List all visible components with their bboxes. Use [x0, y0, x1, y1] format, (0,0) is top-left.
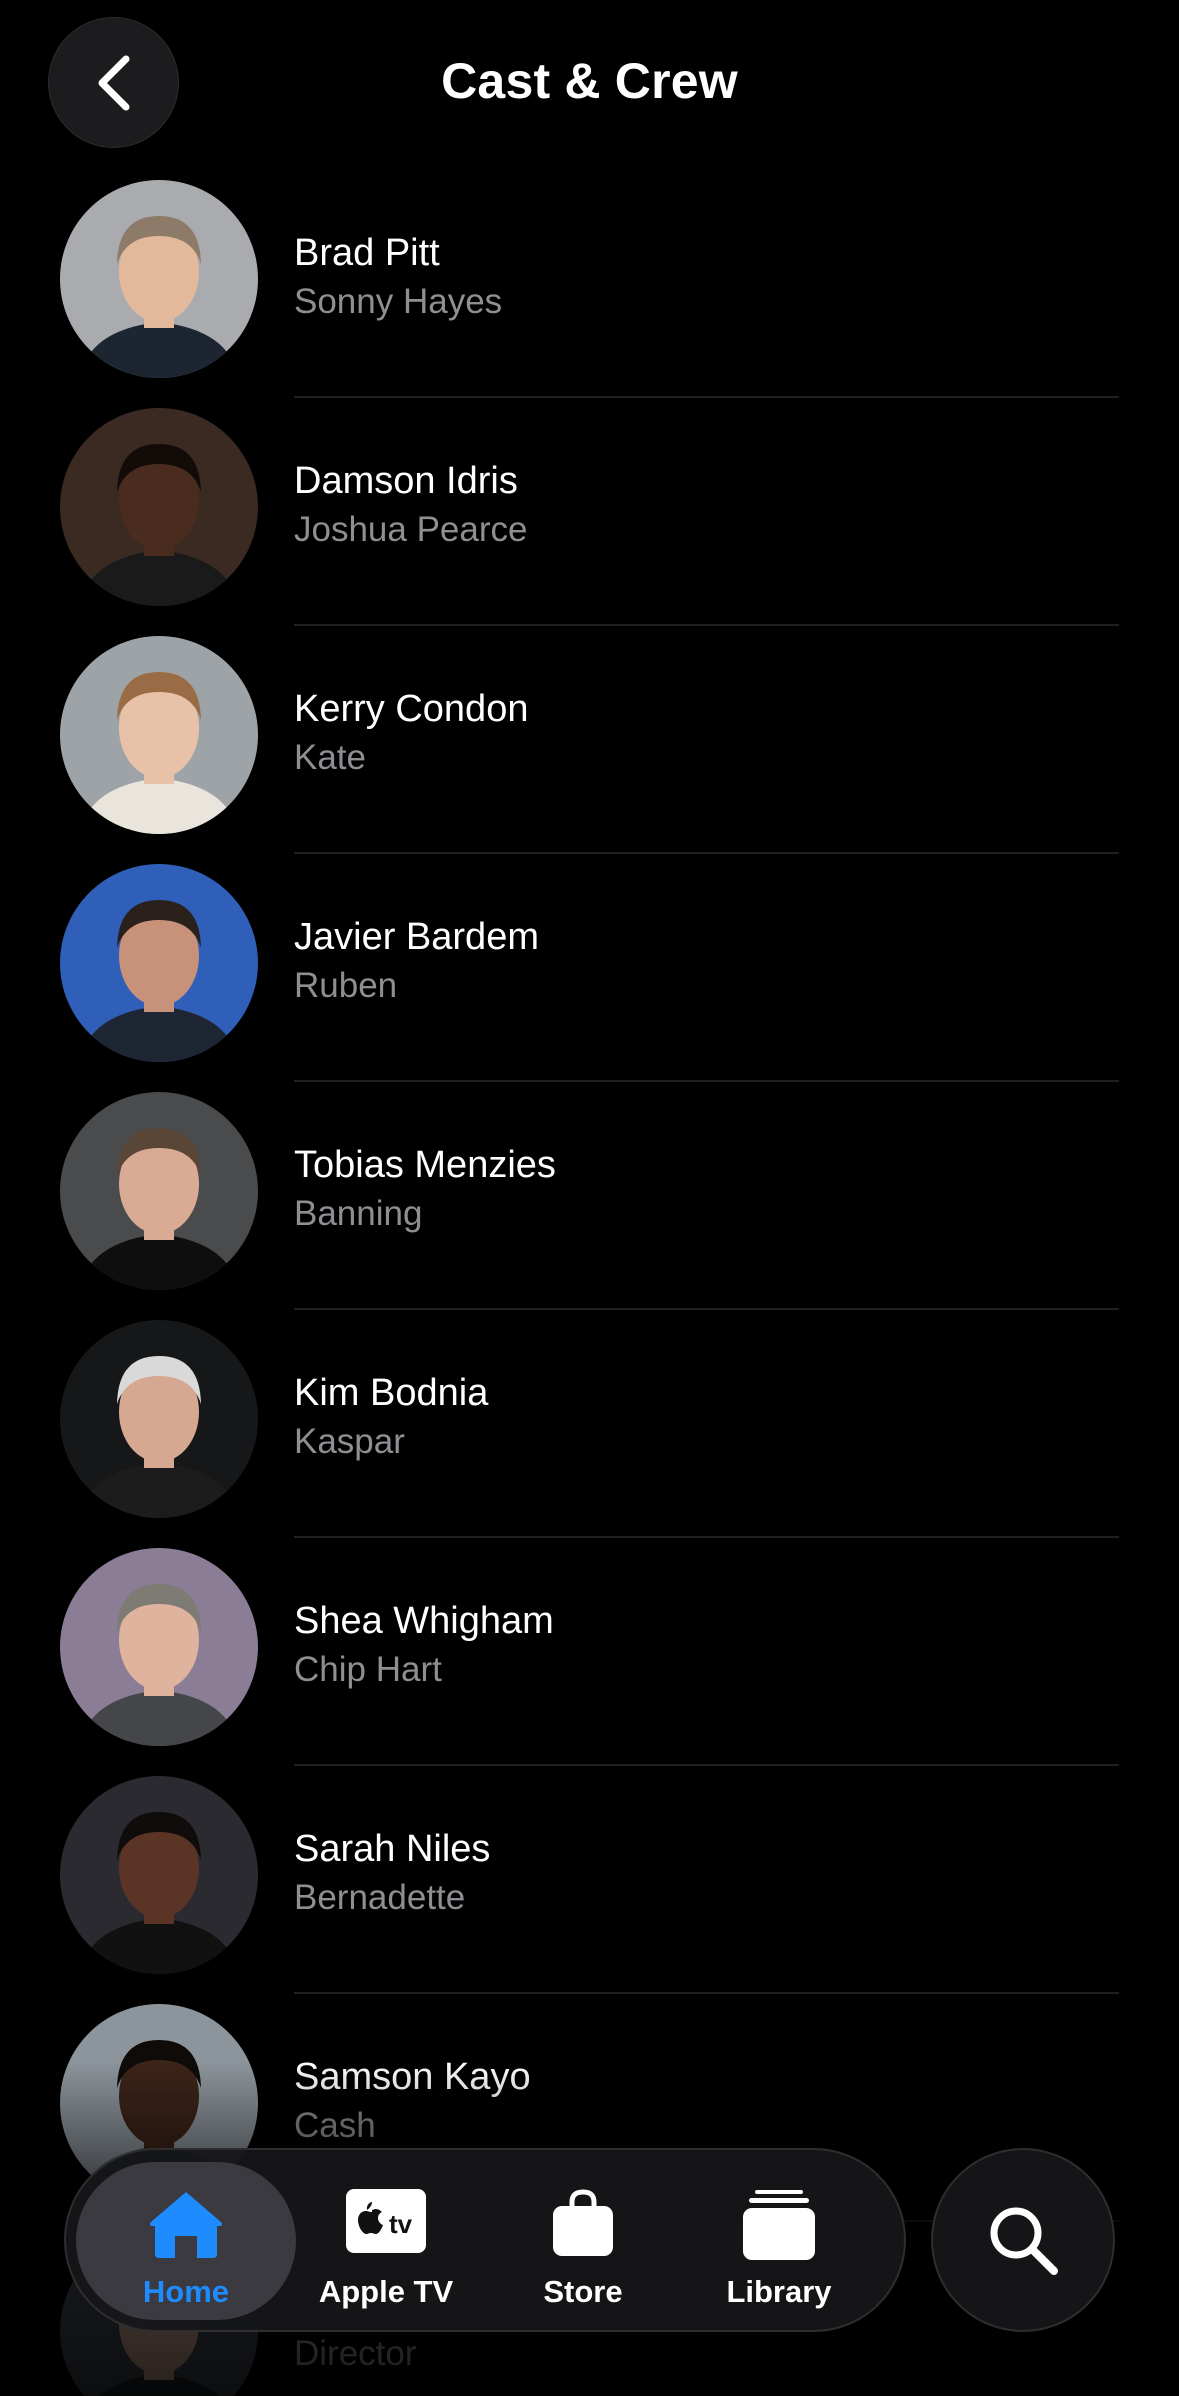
house-icon: [150, 2192, 222, 2258]
cast-role: Kaspar: [294, 1422, 405, 1461]
cast-list-item[interactable]: Damson Idris Joshua Pearce: [0, 398, 1179, 626]
cast-role: Bernadette: [294, 1878, 466, 1917]
avatar: [60, 1320, 258, 1518]
avatar: [60, 408, 258, 606]
cast-name: Samson Kayo: [294, 2056, 531, 2098]
avatar: [60, 636, 258, 834]
apple-tv-icon: tv: [346, 2189, 426, 2253]
cast-list: Brad Pitt Sonny Hayes Damson Idris Joshua P…: [0, 170, 1179, 2396]
tab-store[interactable]: Store: [473, 2162, 693, 2320]
portrait-image: [60, 1548, 258, 1746]
avatar: [60, 1092, 258, 1290]
cast-list-item[interactable]: Kerry Condon Kate: [0, 626, 1179, 854]
avatar: [60, 864, 258, 1062]
cast-role: Ruben: [294, 966, 398, 1005]
cast-name: Brad Pitt: [294, 232, 440, 274]
cast-list-item[interactable]: Brad Pitt Sonny Hayes: [0, 170, 1179, 398]
portrait-image: [60, 1320, 258, 1518]
cast-role: Cash: [294, 2106, 376, 2145]
cast-list-item[interactable]: Shea Whigham Chip Hart: [0, 1538, 1179, 1766]
cast-name: Javier Bardem: [294, 916, 539, 958]
tab-store-label: Store: [543, 2274, 623, 2309]
tab-apple-tv[interactable]: tv Apple TV: [276, 2162, 496, 2320]
cast-name: Tobias Menzies: [294, 1144, 556, 1186]
avatar: [60, 1776, 258, 1974]
avatar: [60, 1548, 258, 1746]
svg-text:tv: tv: [389, 2209, 413, 2239]
tab-library-label: Library: [726, 2274, 832, 2309]
tab-home[interactable]: Home: [76, 2162, 296, 2320]
portrait-image: [60, 408, 258, 606]
tab-library[interactable]: Library: [669, 2162, 889, 2320]
cast-name: Damson Idris: [294, 460, 518, 502]
cast-list-item[interactable]: Javier Bardem Ruben: [0, 854, 1179, 1082]
tab-home-label: Home: [142, 2274, 230, 2309]
tab-apple-tv-label: Apple TV: [318, 2274, 454, 2309]
portrait-image: [60, 864, 258, 1062]
cast-role: Kate: [294, 738, 366, 777]
cast-role: Sonny Hayes: [294, 282, 503, 321]
tab-bar: Home tv Apple TV Store Library: [64, 2148, 906, 2332]
cast-list-item[interactable]: Sarah Niles Bernadette: [0, 1766, 1179, 1994]
navigation-header: Cast & Crew: [0, 0, 1179, 170]
portrait-image: [60, 636, 258, 834]
portrait-image: [60, 1776, 258, 1974]
library-stack-icon: [743, 2190, 815, 2260]
search-button[interactable]: [931, 2148, 1115, 2332]
cast-list-item[interactable]: Tobias Menzies Banning: [0, 1082, 1179, 1310]
cast-list-item[interactable]: Kim Bodnia Kaspar: [0, 1310, 1179, 1538]
cast-role: Director: [294, 2334, 417, 2373]
cast-role: Joshua Pearce: [294, 510, 528, 549]
cast-name: Kim Bodnia: [294, 1372, 489, 1414]
cast-role: Chip Hart: [294, 1650, 442, 1689]
cast-name: Sarah Niles: [294, 1828, 491, 1870]
avatar: [60, 180, 258, 378]
portrait-image: [60, 1092, 258, 1290]
cast-name: Kerry Condon: [294, 688, 529, 730]
magnifying-glass-icon: [990, 2207, 1058, 2275]
shopping-bag-icon: [553, 2189, 613, 2256]
portrait-image: [60, 180, 258, 378]
cast-role: Banning: [294, 1194, 423, 1233]
page-title: Cast & Crew: [441, 53, 738, 109]
cast-name: Shea Whigham: [294, 1600, 554, 1642]
